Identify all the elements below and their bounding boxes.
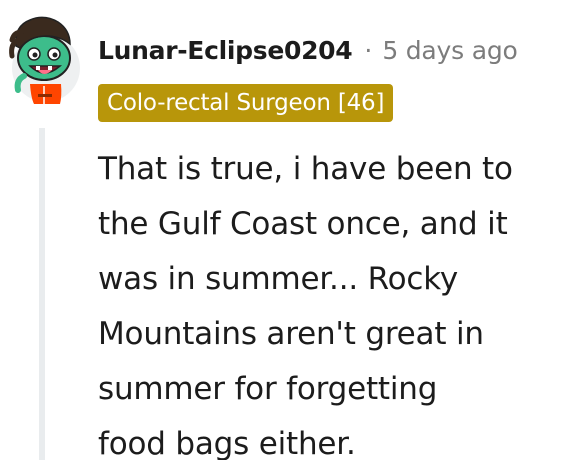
avatar-image [9,16,80,104]
comment-body-line: was in summer... Rocky [98,261,459,297]
timestamp-link[interactable]: 5 days ago [382,36,517,65]
username-link[interactable]: Lunar-Eclipse0204 [98,36,353,65]
comment-header: Lunar-Eclipse0204 · 5 days ago [98,30,518,70]
user-flair-badge: Colo-rectal Surgeon [46] [98,84,394,122]
comment-body: That is true, i have been to the Gulf Co… [98,142,564,460]
comment-body-line: food bags either. [98,426,356,460]
user-avatar-icon[interactable] [4,10,84,106]
comment-body-line: the Gulf Coast once, and it [98,206,508,242]
comment-body-line: Mountains aren't great in [98,316,484,352]
comment-body-line: That is true, i have been to [98,151,513,187]
meta-separator: · [364,35,373,65]
comment: Lunar-Eclipse0204 · 5 days ago Colo-rect… [0,0,571,460]
thread-collapse-line[interactable] [39,128,45,460]
comment-body-line: summer for forgetting [98,371,438,407]
